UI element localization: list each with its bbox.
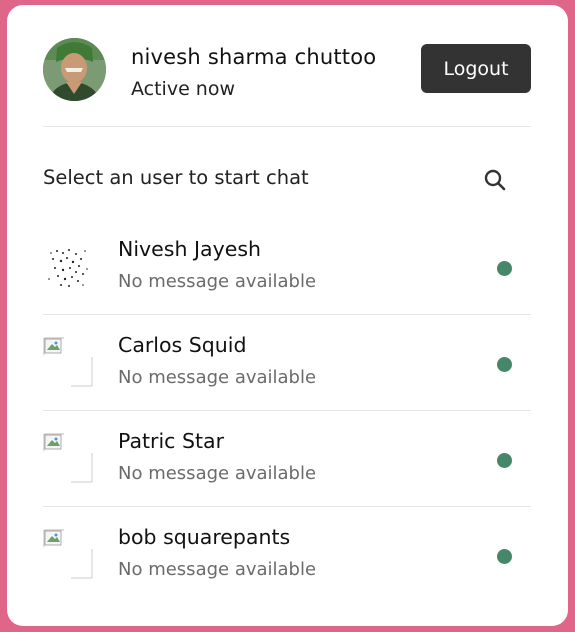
search-icon [484,169,506,191]
user-item-patric-star[interactable]: Patric Star No message available [43,411,531,507]
current-user-header: nivesh sharma chuttoo Active now Logout [43,38,531,127]
user-item-nivesh-jayesh[interactable]: Nivesh Jayesh No message available [43,219,531,315]
user-last-message: No message available [118,463,317,484]
current-user-avatar [43,38,106,101]
search-prompt-text: Select an user to start chat [43,166,309,189]
online-status-dot [497,453,512,468]
current-user-status: Active now [131,78,236,100]
search-button[interactable] [480,165,510,195]
user-item-carlos-squid[interactable]: Carlos Squid No message available [43,315,531,411]
user-name: Carlos Squid [118,333,247,357]
chat-users-card: nivesh sharma chuttoo Active now Logout … [7,5,568,626]
users-list: Nivesh Jayesh No message available Carlo… [43,219,531,603]
user-last-message: No message available [118,367,317,388]
broken-image-icon [43,337,93,387]
current-user-name: nivesh sharma chuttoo [131,45,377,69]
online-status-dot [497,357,512,372]
user-item-bob-squarepants[interactable]: bob squarepants No message available [43,507,531,603]
broken-image-icon [43,529,93,579]
user-name: bob squarepants [118,525,291,549]
online-status-dot [497,261,512,276]
user-name: Patric Star [118,429,224,453]
user-last-message: No message available [118,271,317,292]
user-name: Nivesh Jayesh [118,237,261,261]
search-bar: Select an user to start chat [43,163,531,197]
broken-image-icon [43,433,93,483]
user-avatar [43,241,93,291]
user-last-message: No message available [118,559,317,580]
online-status-dot [497,549,512,564]
logout-button[interactable]: Logout [421,44,531,93]
